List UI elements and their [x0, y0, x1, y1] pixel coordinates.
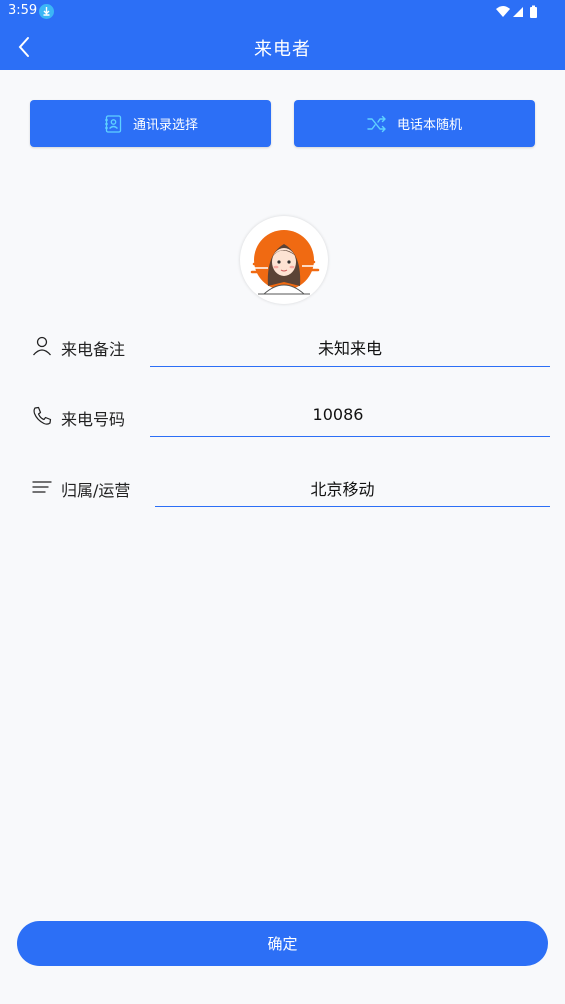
status-time: 3:59	[8, 3, 38, 18]
phonebook-random-button[interactable]: 电话本随机	[294, 100, 535, 147]
menu-lines-icon	[32, 481, 52, 493]
remark-underline	[150, 366, 550, 367]
carrier-label: 归属/运营	[61, 481, 131, 500]
contacts-select-button[interactable]: 通讯录选择	[30, 100, 271, 147]
confirm-label: 确定	[267, 935, 298, 953]
signal-icon	[513, 7, 523, 17]
remark-input[interactable]: 未知来电	[150, 335, 550, 359]
carrier-underline	[155, 506, 550, 507]
phone-icon	[33, 406, 52, 425]
app-bar: 来电者	[0, 24, 565, 70]
carrier-input[interactable]: 北京移动	[155, 476, 530, 500]
confirm-button[interactable]: 确定	[17, 921, 548, 966]
battery-icon	[530, 7, 537, 18]
contacts-select-label: 通讯录选择	[132, 118, 198, 133]
avatar-girl-icon	[250, 230, 320, 295]
person-icon	[33, 336, 51, 356]
download-icon	[39, 4, 54, 19]
status-bar: 3:59	[0, 0, 565, 24]
number-label: 来电号码	[61, 410, 126, 429]
number-underline	[150, 436, 550, 437]
wifi-icon	[496, 6, 510, 17]
contact-book-icon	[104, 114, 122, 133]
number-row: 来电号码 10086	[0, 395, 565, 445]
page-title: 来电者	[254, 39, 311, 60]
number-input[interactable]: 10086	[150, 405, 526, 424]
status-icons	[496, 5, 537, 18]
remark-row: 来电备注 未知来电	[0, 325, 565, 375]
shuffle-icon	[367, 115, 386, 132]
carrier-row: 归属/运营 北京移动	[0, 466, 565, 516]
remark-label: 来电备注	[61, 340, 126, 359]
avatar[interactable]	[240, 216, 328, 304]
phonebook-random-label: 电话本随机	[396, 118, 462, 133]
